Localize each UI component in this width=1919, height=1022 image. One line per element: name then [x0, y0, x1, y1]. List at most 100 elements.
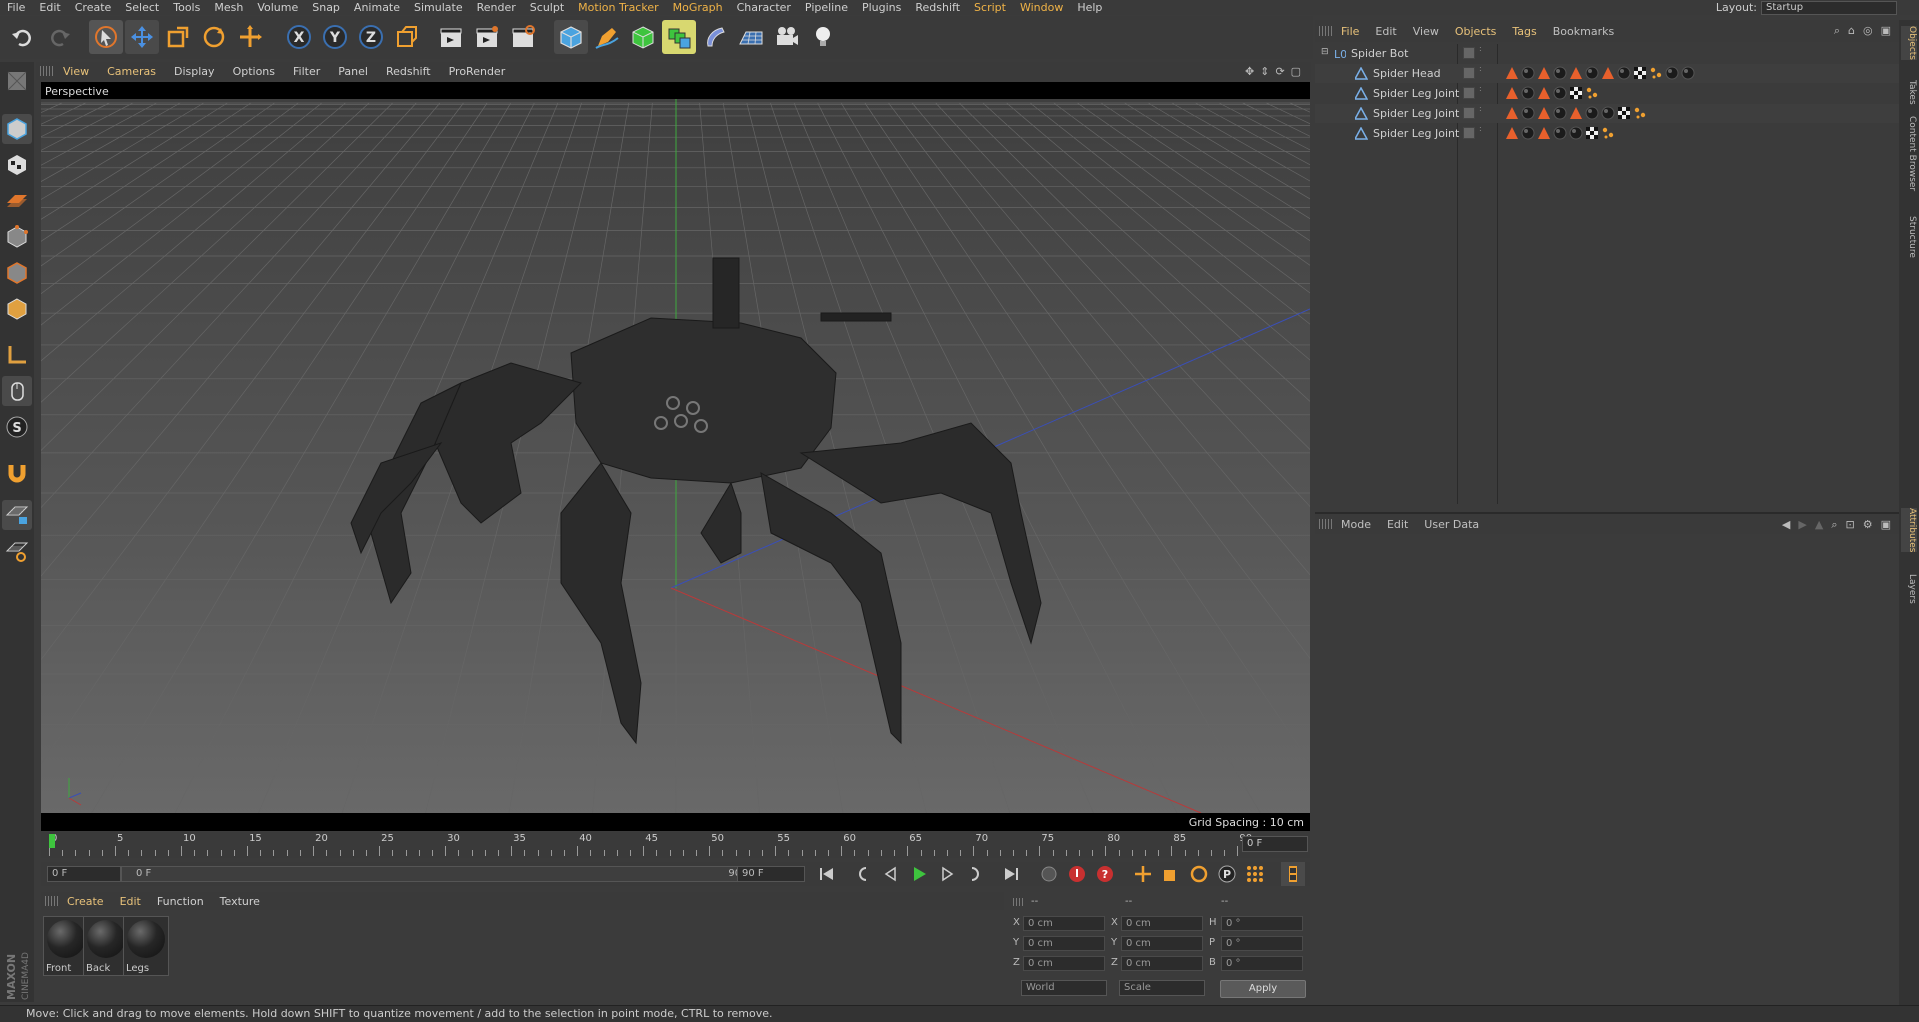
playhead-marker[interactable] — [49, 834, 55, 848]
preview-range-slider[interactable]: 0 F 90 F — [121, 866, 767, 882]
light-button[interactable] — [806, 20, 840, 54]
menu-script[interactable]: Script — [967, 1, 1013, 14]
tab-structure[interactable]: Structure — [1901, 216, 1917, 258]
weight-tag-icon[interactable] — [1585, 86, 1599, 100]
home-icon[interactable]: ⌂ — [1848, 24, 1855, 38]
back-arrow-icon[interactable]: ◀ — [1782, 518, 1790, 532]
visibility-toggle[interactable] — [1463, 87, 1475, 99]
viewport-menu-filter[interactable]: Filter — [284, 65, 329, 78]
weight-tag-icon[interactable] — [1601, 126, 1615, 140]
texture-tag-icon[interactable] — [1569, 86, 1583, 100]
object-name[interactable]: Spider Head — [1373, 67, 1441, 80]
menu-character[interactable]: Character — [730, 1, 798, 14]
up-arrow-icon[interactable]: ▲ — [1815, 518, 1823, 532]
material-tag-icon[interactable] — [1569, 126, 1583, 140]
menu-select[interactable]: Select — [118, 1, 166, 14]
object-row[interactable]: Spider Leg Joint 2: — [1315, 104, 1899, 123]
render-settings-button[interactable] — [506, 20, 540, 54]
menu-snap[interactable]: Snap — [305, 1, 347, 14]
object-menu-objects[interactable]: Objects — [1447, 25, 1505, 38]
position-field[interactable]: 0 cm — [1023, 956, 1105, 971]
subdivision-surface-button[interactable] — [626, 20, 660, 54]
record-keys-button[interactable] — [1037, 862, 1061, 886]
start-frame-field[interactable]: 0 F — [47, 866, 121, 882]
object-menu-edit[interactable]: Edit — [1367, 25, 1404, 38]
planar-workplane-button[interactable] — [2, 536, 32, 566]
size-field[interactable]: 0 cm — [1121, 916, 1203, 931]
render-dots-icon[interactable]: : — [1479, 45, 1482, 53]
model-mode-button[interactable] — [2, 114, 32, 144]
timeline-window-button[interactable] — [1281, 862, 1305, 886]
ik-tag-icon[interactable] — [1537, 66, 1551, 80]
menu-edit[interactable]: Edit — [32, 1, 67, 14]
object-name[interactable]: Spider Leg Joint 1 — [1373, 87, 1470, 100]
x-axis-lock-button[interactable]: X — [282, 20, 316, 54]
menu-animate[interactable]: Animate — [347, 1, 407, 14]
prev-frame-button[interactable] — [879, 862, 903, 886]
menu-volume[interactable]: Volume — [250, 1, 305, 14]
visibility-toggle[interactable] — [1463, 47, 1475, 59]
expand-toggle[interactable]: ⊟ — [1321, 47, 1329, 57]
goto-start-button[interactable] — [815, 862, 839, 886]
material-menu-create[interactable]: Create — [59, 895, 112, 908]
render-dots-icon[interactable]: : — [1479, 85, 1482, 93]
material-tag-icon[interactable] — [1681, 66, 1695, 80]
object-menu-view[interactable]: View — [1405, 25, 1447, 38]
axis-mode-button[interactable] — [2, 340, 32, 370]
apply-button[interactable]: Apply — [1220, 980, 1306, 998]
object-row[interactable]: Spider Head: — [1315, 64, 1899, 83]
live-select-button[interactable] — [89, 20, 123, 54]
render-picture-viewer-button[interactable] — [470, 20, 504, 54]
attribute-menu-user-data[interactable]: User Data — [1416, 518, 1487, 531]
material-tag-icon[interactable] — [1601, 106, 1615, 120]
material-tag-icon[interactable] — [1521, 126, 1535, 140]
rotation-field[interactable]: 0 ° — [1221, 956, 1303, 971]
transform-tool-button[interactable] — [233, 20, 267, 54]
texture-tag-icon[interactable] — [1633, 66, 1647, 80]
ik-tag-icon[interactable] — [1505, 126, 1519, 140]
viewport-menu-options[interactable]: Options — [224, 65, 284, 78]
menu-mograph[interactable]: MoGraph — [666, 1, 730, 14]
key-pla-button[interactable] — [1243, 862, 1267, 886]
menu-simulate[interactable]: Simulate — [407, 1, 470, 14]
material-tag-icon[interactable] — [1553, 86, 1567, 100]
render-dots-icon[interactable]: : — [1479, 105, 1482, 113]
camera-button[interactable] — [770, 20, 804, 54]
make-editable-button[interactable] — [2, 66, 32, 96]
scale-dropdown[interactable]: Scale — [1119, 980, 1205, 996]
ik-tag-icon[interactable] — [1537, 126, 1551, 140]
layout-dropdown[interactable]: Startup — [1761, 0, 1897, 15]
menu-motion-tracker[interactable]: Motion Tracker — [571, 1, 665, 14]
search-icon[interactable]: ⌕ — [1834, 24, 1840, 38]
weight-tag-icon[interactable] — [1649, 66, 1663, 80]
menu-create[interactable]: Create — [68, 1, 119, 14]
world-dropdown[interactable]: World — [1021, 980, 1107, 996]
object-menu-bookmarks[interactable]: Bookmarks — [1545, 25, 1622, 38]
autokey-button[interactable] — [1065, 862, 1089, 886]
goto-end-button[interactable] — [999, 862, 1023, 886]
size-field[interactable]: 0 cm — [1121, 956, 1203, 971]
tab-takes[interactable]: Takes — [1901, 80, 1917, 105]
menu-mesh[interactable]: Mesh — [207, 1, 250, 14]
undo-button[interactable] — [6, 20, 40, 54]
attribute-menu-edit[interactable]: Edit — [1379, 518, 1416, 531]
workplane-mode-button[interactable] — [2, 186, 32, 216]
viewport-menu-panel[interactable]: Panel — [329, 65, 377, 78]
menu-help[interactable]: Help — [1070, 1, 1109, 14]
menu-window[interactable]: Window — [1013, 1, 1070, 14]
pan-icon[interactable]: ✥ — [1245, 65, 1254, 78]
viewport-menu-display[interactable]: Display — [165, 65, 224, 78]
eye-icon[interactable]: ◎ — [1863, 24, 1873, 38]
array-button[interactable] — [662, 20, 696, 54]
y-axis-lock-button[interactable]: Y — [318, 20, 352, 54]
menu-plugins[interactable]: Plugins — [855, 1, 908, 14]
object-row[interactable]: L0 ⊟ Spider Bot: — [1315, 44, 1899, 63]
object-menu-tags[interactable]: Tags — [1504, 25, 1544, 38]
snap-button[interactable]: S — [2, 412, 32, 442]
material-tag-icon[interactable] — [1521, 86, 1535, 100]
new-manager-icon[interactable]: ▣ — [1881, 518, 1891, 532]
weight-tag-icon[interactable] — [1633, 106, 1647, 120]
material-tag-icon[interactable] — [1665, 66, 1679, 80]
menu-file[interactable]: File — [0, 1, 32, 14]
current-frame-field[interactable]: 0 F — [1242, 836, 1308, 852]
